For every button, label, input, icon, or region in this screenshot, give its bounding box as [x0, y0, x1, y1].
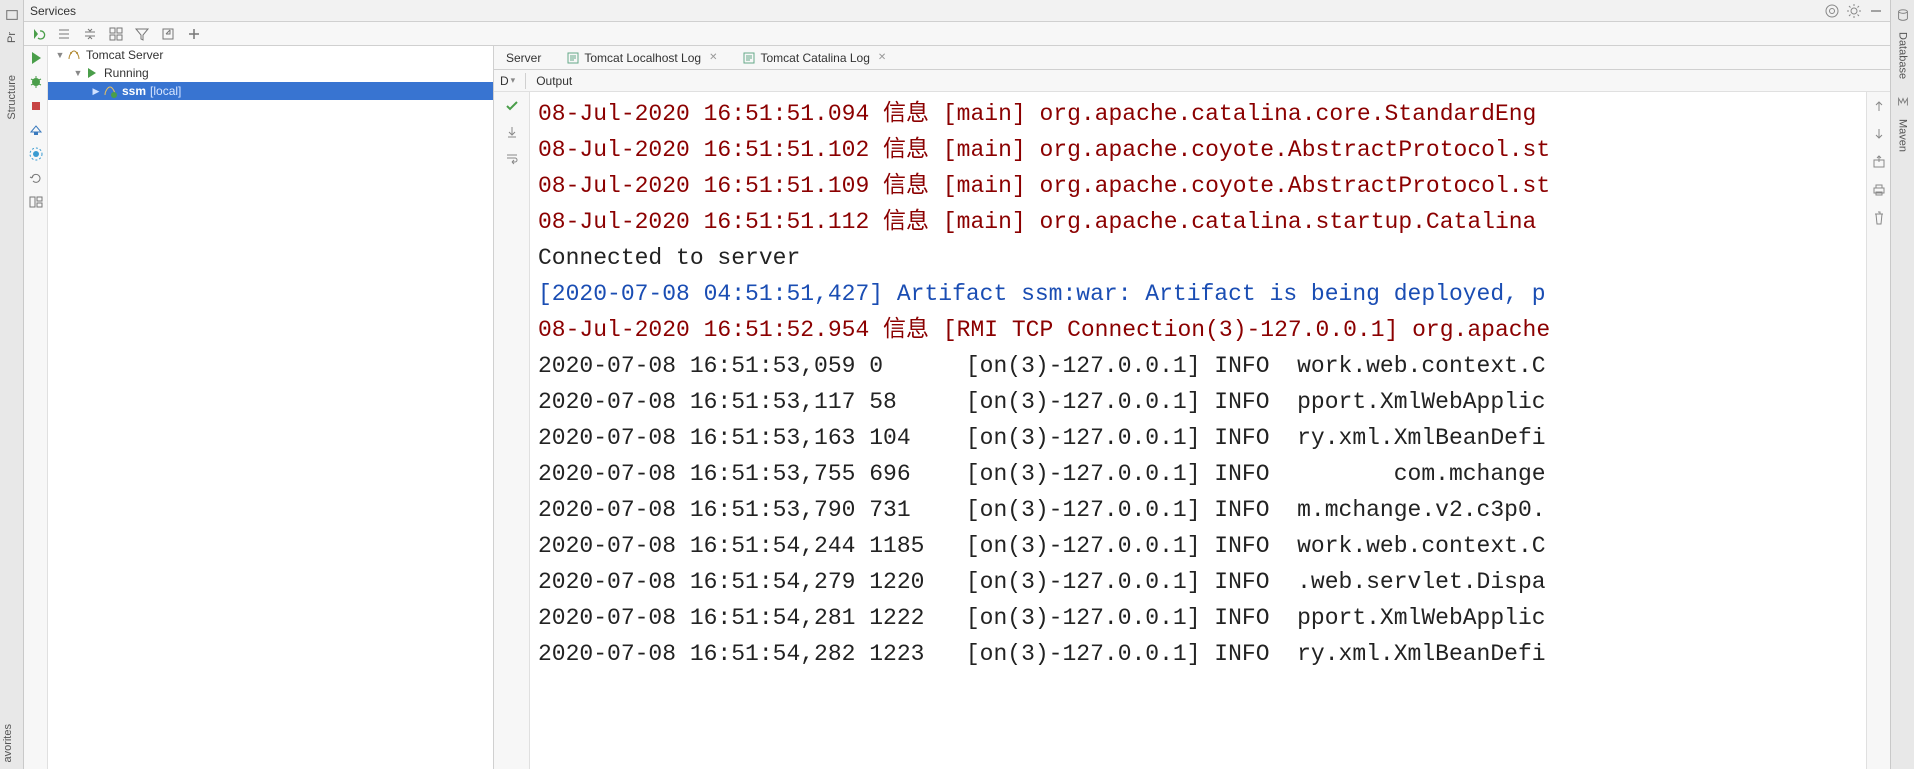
- filter-icon[interactable]: [134, 26, 150, 42]
- refresh-button[interactable]: [28, 170, 44, 186]
- stop-button[interactable]: [28, 98, 44, 114]
- group-icon[interactable]: [108, 26, 124, 42]
- close-icon[interactable]: ✕: [878, 52, 886, 63]
- console-line: 08-Jul-2020 16:51:51.112 信息 [main] org.a…: [538, 204, 1858, 240]
- clear-icon[interactable]: [1871, 210, 1887, 226]
- console-line: 2020-07-08 16:51:54,282 1223 [on(3)-127.…: [538, 636, 1858, 672]
- console-gutter: [494, 92, 530, 769]
- output-label: Output: [536, 74, 572, 88]
- tree-root-tomcat[interactable]: ▼ Tomcat Server: [48, 46, 493, 64]
- deploy-button[interactable]: [28, 122, 44, 138]
- open-icon[interactable]: [160, 26, 176, 42]
- panel-titlebar: Services: [24, 0, 1890, 22]
- services-toolbar: [24, 22, 1890, 46]
- tree-node-ssm[interactable]: ▶ ssm [local]: [48, 82, 493, 100]
- console-line: 2020-07-08 16:51:54,244 1185 [on(3)-127.…: [538, 528, 1858, 564]
- services-panel: Services: [24, 0, 1890, 769]
- project-tool-icon[interactable]: [5, 8, 19, 22]
- tomcat-icon: [66, 47, 82, 63]
- chevron-down-icon[interactable]: ▼: [54, 50, 66, 60]
- console-line: 08-Jul-2020 16:51:52.954 信息 [RMI TCP Con…: [538, 312, 1858, 348]
- close-icon[interactable]: ✕: [709, 52, 717, 63]
- tab-server[interactable]: Server: [502, 49, 545, 67]
- console-line: [2020-07-08 04:51:51,427] Artifact ssm:w…: [538, 276, 1858, 312]
- divider: [525, 73, 526, 89]
- scroll-to-end-icon[interactable]: [504, 124, 520, 140]
- chevron-down-icon[interactable]: ▼: [72, 68, 84, 78]
- console-line: Connected to server: [538, 240, 1858, 276]
- console-line: 2020-07-08 16:51:54,279 1220 [on(3)-127.…: [538, 564, 1858, 600]
- tree-running[interactable]: ▼ Running: [48, 64, 493, 82]
- run-button[interactable]: [28, 50, 44, 66]
- content-column: Server Tomcat Localhost Log ✕ Tomcat Cat…: [494, 46, 1890, 769]
- tree-label: Running: [104, 66, 149, 80]
- tree-label: Tomcat Server: [86, 48, 163, 62]
- sub-toolbar: D ▾ Output: [494, 70, 1890, 92]
- tab-catalina-log[interactable]: Tomcat Catalina Log ✕: [739, 49, 890, 67]
- structure-tool-tab[interactable]: Structure: [4, 69, 20, 126]
- console-line: 2020-07-08 16:51:53,117 58 [on(3)-127.0.…: [538, 384, 1858, 420]
- debug-label: D: [500, 74, 509, 88]
- console-line: 08-Jul-2020 16:51:51.094 信息 [main] org.a…: [538, 96, 1858, 132]
- debug-button[interactable]: [28, 74, 44, 90]
- expand-all-icon[interactable]: [56, 26, 72, 42]
- ok-status-icon: [504, 98, 520, 114]
- redeploy-button[interactable]: [28, 146, 44, 162]
- tab-label: Tomcat Catalina Log: [760, 51, 869, 65]
- run-icon: [84, 65, 100, 81]
- log-icon: [567, 52, 579, 64]
- settings-icon[interactable]: [1846, 3, 1862, 19]
- debug-dropdown[interactable]: D ▾: [500, 74, 515, 88]
- console-line: 2020-07-08 16:51:53,755 696 [on(3)-127.0…: [538, 456, 1858, 492]
- log-icon: [743, 52, 755, 64]
- console-line: 2020-07-08 16:51:53,790 731 [on(3)-127.0…: [538, 492, 1858, 528]
- layout-button[interactable]: [28, 194, 44, 210]
- tab-label: Server: [506, 51, 541, 65]
- favorites-tool-tab[interactable]: avorites: [0, 718, 16, 769]
- add-icon[interactable]: [186, 26, 202, 42]
- print-icon[interactable]: [1871, 182, 1887, 198]
- database-tool-tab[interactable]: Database: [1895, 26, 1911, 85]
- console-line: 2020-07-08 16:51:54,281 1222 [on(3)-127.…: [538, 600, 1858, 636]
- console-output[interactable]: 08-Jul-2020 16:51:51.094 信息 [main] org.a…: [530, 92, 1866, 769]
- chevron-right-icon[interactable]: ▶: [90, 86, 102, 97]
- log-tabs: Server Tomcat Localhost Log ✕ Tomcat Cat…: [494, 46, 1890, 70]
- maven-tool-tab[interactable]: Maven: [1895, 113, 1911, 158]
- down-arrow-icon[interactable]: [1871, 126, 1887, 142]
- rerun-icon[interactable]: [30, 26, 46, 42]
- services-tree[interactable]: ▼ Tomcat Server ▼ Running ▶ ssm [local]: [48, 46, 494, 769]
- left-tool-stripe: Pr Structure: [0, 0, 24, 769]
- minimize-icon[interactable]: [1868, 3, 1884, 19]
- database-tool-icon[interactable]: [1896, 8, 1910, 22]
- panel-title: Services: [30, 4, 1818, 18]
- project-tool-tab[interactable]: Pr: [4, 26, 20, 49]
- tomcat-running-icon: [102, 83, 118, 99]
- chevron-down-icon: ▾: [511, 75, 516, 86]
- tree-node-extra: [local]: [150, 84, 181, 98]
- export-icon[interactable]: [1871, 154, 1887, 170]
- run-action-gutter: [24, 46, 48, 769]
- up-arrow-icon[interactable]: [1871, 98, 1887, 114]
- collapse-all-icon[interactable]: [82, 26, 98, 42]
- help-icon[interactable]: [1824, 3, 1840, 19]
- soft-wrap-icon[interactable]: [504, 150, 520, 166]
- tree-label: ssm: [122, 84, 146, 98]
- tab-label: Tomcat Localhost Log: [584, 51, 701, 65]
- console-line: 08-Jul-2020 16:51:51.109 信息 [main] org.a…: [538, 168, 1858, 204]
- console-line: 08-Jul-2020 16:51:51.102 信息 [main] org.a…: [538, 132, 1858, 168]
- tab-localhost-log[interactable]: Tomcat Localhost Log ✕: [563, 49, 721, 67]
- console-right-gutter: [1866, 92, 1890, 769]
- console-line: 2020-07-08 16:51:53,163 104 [on(3)-127.0…: [538, 420, 1858, 456]
- right-tool-stripe: Database Maven: [1890, 0, 1914, 769]
- maven-tool-icon[interactable]: [1896, 95, 1910, 109]
- console-line: 2020-07-08 16:51:53,059 0 [on(3)-127.0.0…: [538, 348, 1858, 384]
